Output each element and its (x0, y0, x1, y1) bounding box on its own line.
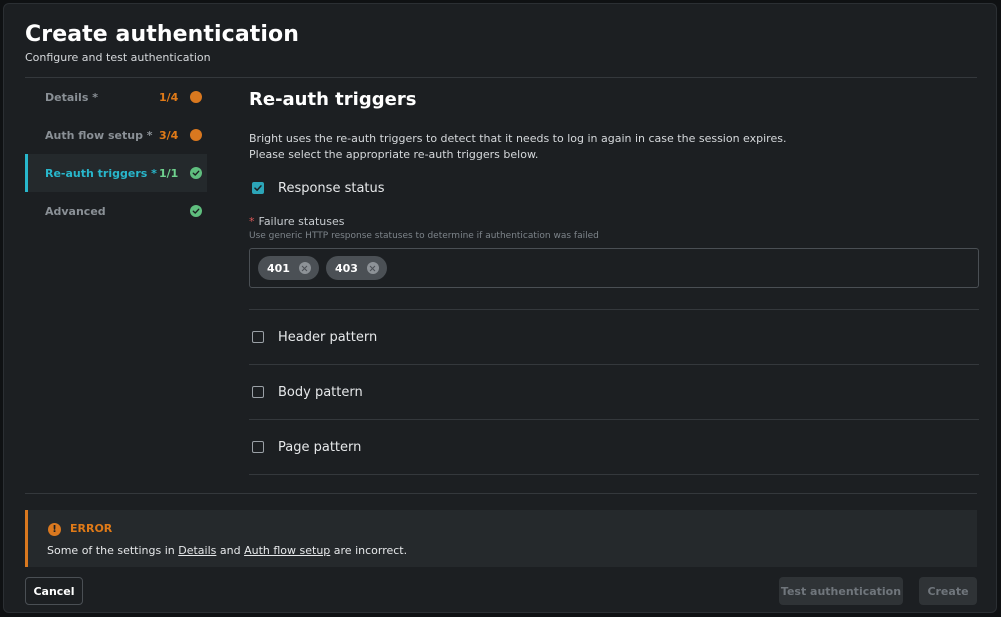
check-circle-icon (190, 205, 202, 217)
failure-statuses-hint: Use generic HTTP response statuses to de… (249, 231, 599, 241)
description-line: Bright uses the re-auth triggers to dete… (249, 132, 787, 145)
error-icon: ! (48, 523, 61, 536)
failure-statuses-input[interactable]: 401 403 (249, 248, 979, 288)
field-label-text: Failure statuses (258, 215, 345, 228)
details-link[interactable]: Details (178, 544, 216, 557)
step-details[interactable]: Details * 1/4 (25, 78, 207, 116)
re-auth-triggers-panel: Re-auth triggers Bright uses the re-auth… (249, 84, 979, 475)
cancel-button[interactable]: Cancel (25, 577, 83, 605)
page-pattern-label: Page pattern (278, 439, 362, 455)
header-pattern-label: Header pattern (278, 329, 378, 345)
dialog-subtitle: Configure and test authentication (25, 51, 211, 64)
step-re-auth-triggers[interactable]: Re-auth triggers * 1/1 (25, 154, 207, 192)
pattern-options: Header pattern Body pattern Page pattern (249, 309, 979, 475)
header-pattern-checkbox[interactable] (252, 331, 264, 343)
failure-statuses-label: * Failure statuses (249, 215, 979, 228)
error-text: and (216, 544, 245, 557)
section-description: Bright uses the re-auth triggers to dete… (249, 131, 979, 163)
auth-flow-setup-link[interactable]: Auth flow setup (244, 544, 330, 557)
steps-sidebar: Details * 1/4 Auth flow setup * 3/4 Re-a… (25, 78, 207, 230)
failure-statuses-field: * Failure statuses Use generic HTTP respo… (249, 215, 979, 288)
step-count: 3/4 (159, 128, 179, 142)
warning-status-icon (190, 129, 202, 141)
body-pattern-label: Body pattern (278, 384, 363, 400)
check-circle-icon (190, 167, 202, 179)
step-label: Re-auth triggers * (45, 166, 157, 180)
body-pattern-checkbox[interactable] (252, 386, 264, 398)
status-chip: 403 (325, 256, 387, 280)
remove-chip-icon[interactable] (298, 262, 311, 274)
warning-status-icon (190, 91, 202, 103)
error-title: ERROR (70, 522, 113, 535)
checkmark-icon (254, 185, 262, 191)
step-label: Details * (45, 90, 98, 104)
page-pattern-checkbox[interactable] (252, 441, 264, 453)
step-count: 1/4 (159, 90, 179, 104)
chip-label: 401 (267, 261, 290, 275)
footer-divider (25, 493, 977, 494)
error-message: Some of the settings in Details and Auth… (47, 544, 407, 557)
create-button[interactable]: Create (919, 577, 977, 605)
remove-chip-icon[interactable] (366, 262, 379, 274)
step-auth-flow-setup[interactable]: Auth flow setup * 3/4 (25, 116, 207, 154)
response-status-option[interactable]: Response status (249, 178, 979, 198)
section-title: Re-auth triggers (249, 89, 417, 110)
response-status-checkbox[interactable] (252, 182, 264, 194)
header-pattern-option[interactable]: Header pattern (249, 309, 979, 364)
page-pattern-option[interactable]: Page pattern (249, 419, 979, 474)
error-text: are incorrect. (330, 544, 408, 557)
step-label: Advanced (45, 204, 106, 218)
body-pattern-option[interactable]: Body pattern (249, 364, 979, 419)
status-chip: 401 (258, 256, 319, 280)
step-count: 1/1 (159, 166, 179, 180)
response-status-label: Response status (278, 180, 385, 196)
chip-label: 403 (334, 261, 358, 275)
step-label: Auth flow setup * (45, 128, 153, 142)
create-authentication-dialog: Create authentication Configure and test… (3, 3, 997, 613)
description-line: Please select the appropriate re-auth tr… (249, 148, 539, 161)
test-authentication-button[interactable]: Test authentication (779, 577, 903, 605)
required-mark: * (249, 215, 255, 228)
error-banner: ! ERROR Some of the settings in Details … (25, 510, 977, 567)
step-advanced[interactable]: Advanced (25, 192, 207, 230)
error-text: Some of the settings in (47, 544, 179, 557)
dialog-title: Create authentication (25, 22, 300, 47)
